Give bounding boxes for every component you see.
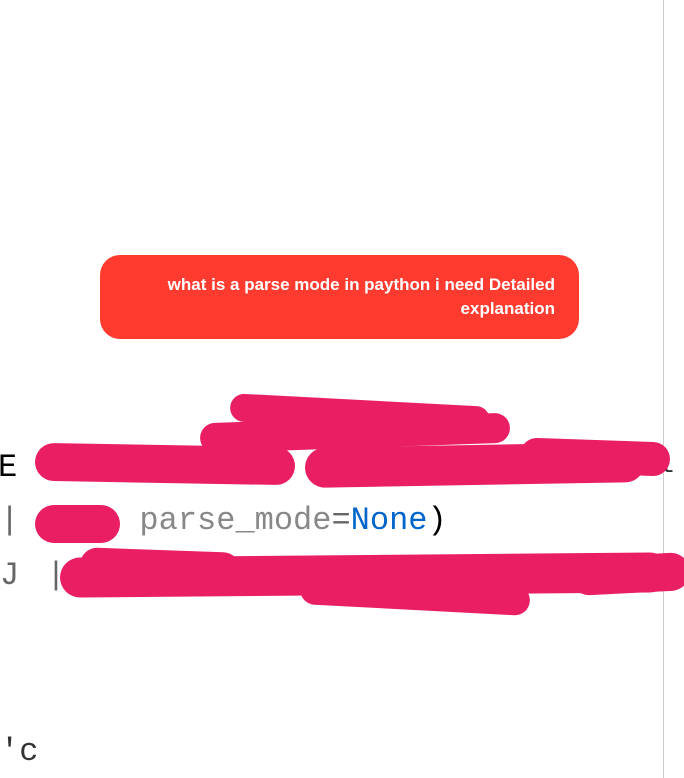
code-equals: = bbox=[331, 502, 350, 539]
code-param-value: None bbox=[351, 502, 428, 539]
redaction-stroke bbox=[569, 552, 684, 596]
code-bottom-fragment: 'c bbox=[0, 733, 38, 770]
code-fragment-e: E bbox=[0, 442, 17, 493]
redaction-stroke bbox=[35, 505, 120, 543]
user-message-bubble: what is a parse mode in paython i need D… bbox=[100, 255, 579, 339]
redaction-stroke bbox=[519, 437, 670, 476]
redaction-stroke bbox=[35, 443, 296, 486]
redaction-stroke bbox=[79, 547, 240, 588]
code-param-name: parse_mode bbox=[139, 502, 331, 539]
page-divider bbox=[663, 0, 664, 778]
user-message-text: what is a parse mode in paython i need D… bbox=[168, 275, 555, 318]
code-close-paren: ) bbox=[427, 502, 446, 539]
